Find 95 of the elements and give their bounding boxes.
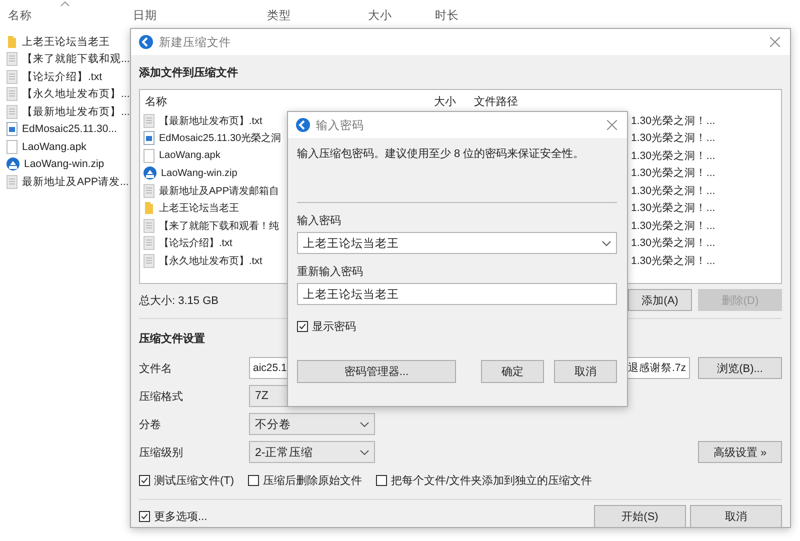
text-file-icon <box>6 87 18 102</box>
file-path: 1.30光榮之洞！... <box>631 114 716 128</box>
file-path: 1.30光榮之洞！... <box>631 236 716 250</box>
column-header[interactable]: 大小 <box>434 94 456 109</box>
file-name[interactable]: LaoWang.apk <box>22 140 86 153</box>
archive-icon <box>6 157 20 172</box>
file-name[interactable]: 【来了就能下载和观... <box>22 52 130 66</box>
sort-caret-icon <box>60 1 70 7</box>
file-path: 1.30光榮之洞！... <box>631 131 716 146</box>
column-header[interactable]: 日期 <box>133 8 157 23</box>
text-file-icon <box>6 104 18 119</box>
file-icon <box>6 140 18 154</box>
file-name[interactable]: 最新地址及APP请发邮箱自 <box>159 184 280 198</box>
dialog-button[interactable]: 确定 <box>481 360 544 383</box>
password-combo[interactable]: 上老王论坛当老王 <box>297 232 617 254</box>
password-field[interactable]: 上老王论坛当老王 <box>297 283 617 305</box>
file-path: 1.30光榮之洞！... <box>631 184 716 198</box>
password-manager-button[interactable]: 密码管理器... <box>297 360 456 383</box>
file-icon <box>143 148 155 163</box>
app-logo-icon <box>296 118 310 132</box>
dialog-button[interactable]: 取消 <box>690 505 782 528</box>
action-button[interactable]: 浏览(B)... <box>698 357 782 379</box>
checkbox[interactable] <box>139 474 150 486</box>
text-file-icon <box>6 70 18 84</box>
file-name[interactable]: EdMosaic25.11.30... <box>22 123 117 136</box>
file-path: 1.30光榮之洞！... <box>631 166 716 180</box>
checkbox[interactable] <box>376 474 388 486</box>
file-path: 1.30光榮之洞！... <box>631 218 716 233</box>
file-name[interactable]: 【来了就能下载和观看！纯 <box>159 218 279 233</box>
column-header[interactable]: 类型 <box>267 8 291 23</box>
field-label: 重新输入密码 <box>297 264 364 278</box>
setting-label: 压缩级别 <box>139 446 184 460</box>
text-file-icon <box>143 114 155 128</box>
dialog-button[interactable]: 取消 <box>554 360 617 383</box>
checkbox[interactable] <box>297 321 308 332</box>
text-file-icon <box>6 174 18 189</box>
folder-icon <box>6 34 18 49</box>
image-file-icon <box>143 131 155 146</box>
text-file-icon <box>143 236 155 250</box>
add-button[interactable]: 添加(A) <box>628 289 692 311</box>
close-icon[interactable] <box>770 37 780 47</box>
file-name[interactable]: LaoWang-win.zip <box>161 168 238 179</box>
file-name[interactable]: 【永久地址发布页】... <box>22 87 130 102</box>
file-path: 1.30光榮之洞！... <box>631 201 716 216</box>
text-file-icon <box>143 218 155 233</box>
file-name[interactable]: 【最新地址发布页】.txt <box>159 114 262 128</box>
close-icon[interactable] <box>607 120 617 130</box>
column-header[interactable]: 名称 <box>145 94 167 109</box>
file-name[interactable]: 【论坛介绍】.txt <box>159 236 232 250</box>
file-path: 1.30光榮之洞！... <box>631 148 716 163</box>
setting-label: 压缩格式 <box>139 390 184 404</box>
checkbox-label: 压缩后删除原始文件 <box>263 474 362 488</box>
section-heading: 压缩文件设置 <box>139 332 206 347</box>
archive-icon <box>143 166 157 180</box>
file-name[interactable]: 最新地址及APP请发... <box>22 174 129 189</box>
window-title: 输入密码 <box>316 118 364 132</box>
app-logo-icon <box>139 35 153 49</box>
total-size-label: 总大小: 3.15 GB <box>139 294 218 308</box>
text-file-icon <box>6 52 18 66</box>
chevron-down-icon <box>360 422 369 426</box>
setting-label: 文件名 <box>139 362 173 376</box>
file-name[interactable]: 上老王论坛当老王 <box>159 201 239 216</box>
file-name[interactable]: 【论坛介绍】.txt <box>22 70 102 84</box>
file-name[interactable]: 【永久地址发布页】.txt <box>159 254 262 268</box>
column-header[interactable]: 大小 <box>368 8 392 23</box>
checkbox[interactable] <box>139 511 150 522</box>
chevron-down-icon <box>602 240 611 246</box>
dropdown[interactable]: 2-正常压缩 <box>249 441 375 463</box>
setting-label: 分卷 <box>139 418 162 432</box>
chevron-down-icon <box>360 450 369 454</box>
field-label: 输入密码 <box>297 214 342 227</box>
file-name[interactable]: LaoWang.apk <box>159 150 220 162</box>
checkbox[interactable] <box>248 474 260 486</box>
checkbox-label: 更多选项... <box>154 510 208 524</box>
checkbox-label: 把每个文件/文件夹添加到独立的压缩文件 <box>391 474 592 488</box>
window-title: 新建压缩文件 <box>159 35 231 50</box>
column-header[interactable]: 名称 <box>8 8 32 23</box>
text-file-icon <box>143 184 155 198</box>
file-name[interactable]: LaoWang-win.zip <box>24 158 104 170</box>
checkbox-label: 测试压缩文件(T) <box>154 474 234 488</box>
action-button[interactable]: 高级设置 » <box>698 441 782 463</box>
file-name[interactable]: 【最新地址发布页】... <box>22 104 130 119</box>
file-path: 1.30光榮之洞！... <box>631 254 716 268</box>
checkbox-label: 显示密码 <box>312 320 356 334</box>
file-name[interactable]: EdMosaic25.11.30光榮之洞 <box>159 131 282 146</box>
image-file-icon <box>6 122 18 136</box>
instruction-text: 输入压缩包密码。建议使用至少 8 位的密码来保证安全性。 <box>297 146 586 162</box>
dialog-button[interactable]: 开始(S) <box>594 505 686 528</box>
file-name[interactable]: 上老王论坛当老王 <box>22 34 110 49</box>
column-header[interactable]: 时长 <box>435 8 459 23</box>
text-file-icon <box>143 254 155 268</box>
column-header[interactable]: 文件路径 <box>474 94 518 109</box>
folder-icon <box>143 201 155 216</box>
dropdown[interactable]: 不分卷 <box>249 413 375 435</box>
section-heading: 添加文件到压缩文件 <box>139 66 239 81</box>
